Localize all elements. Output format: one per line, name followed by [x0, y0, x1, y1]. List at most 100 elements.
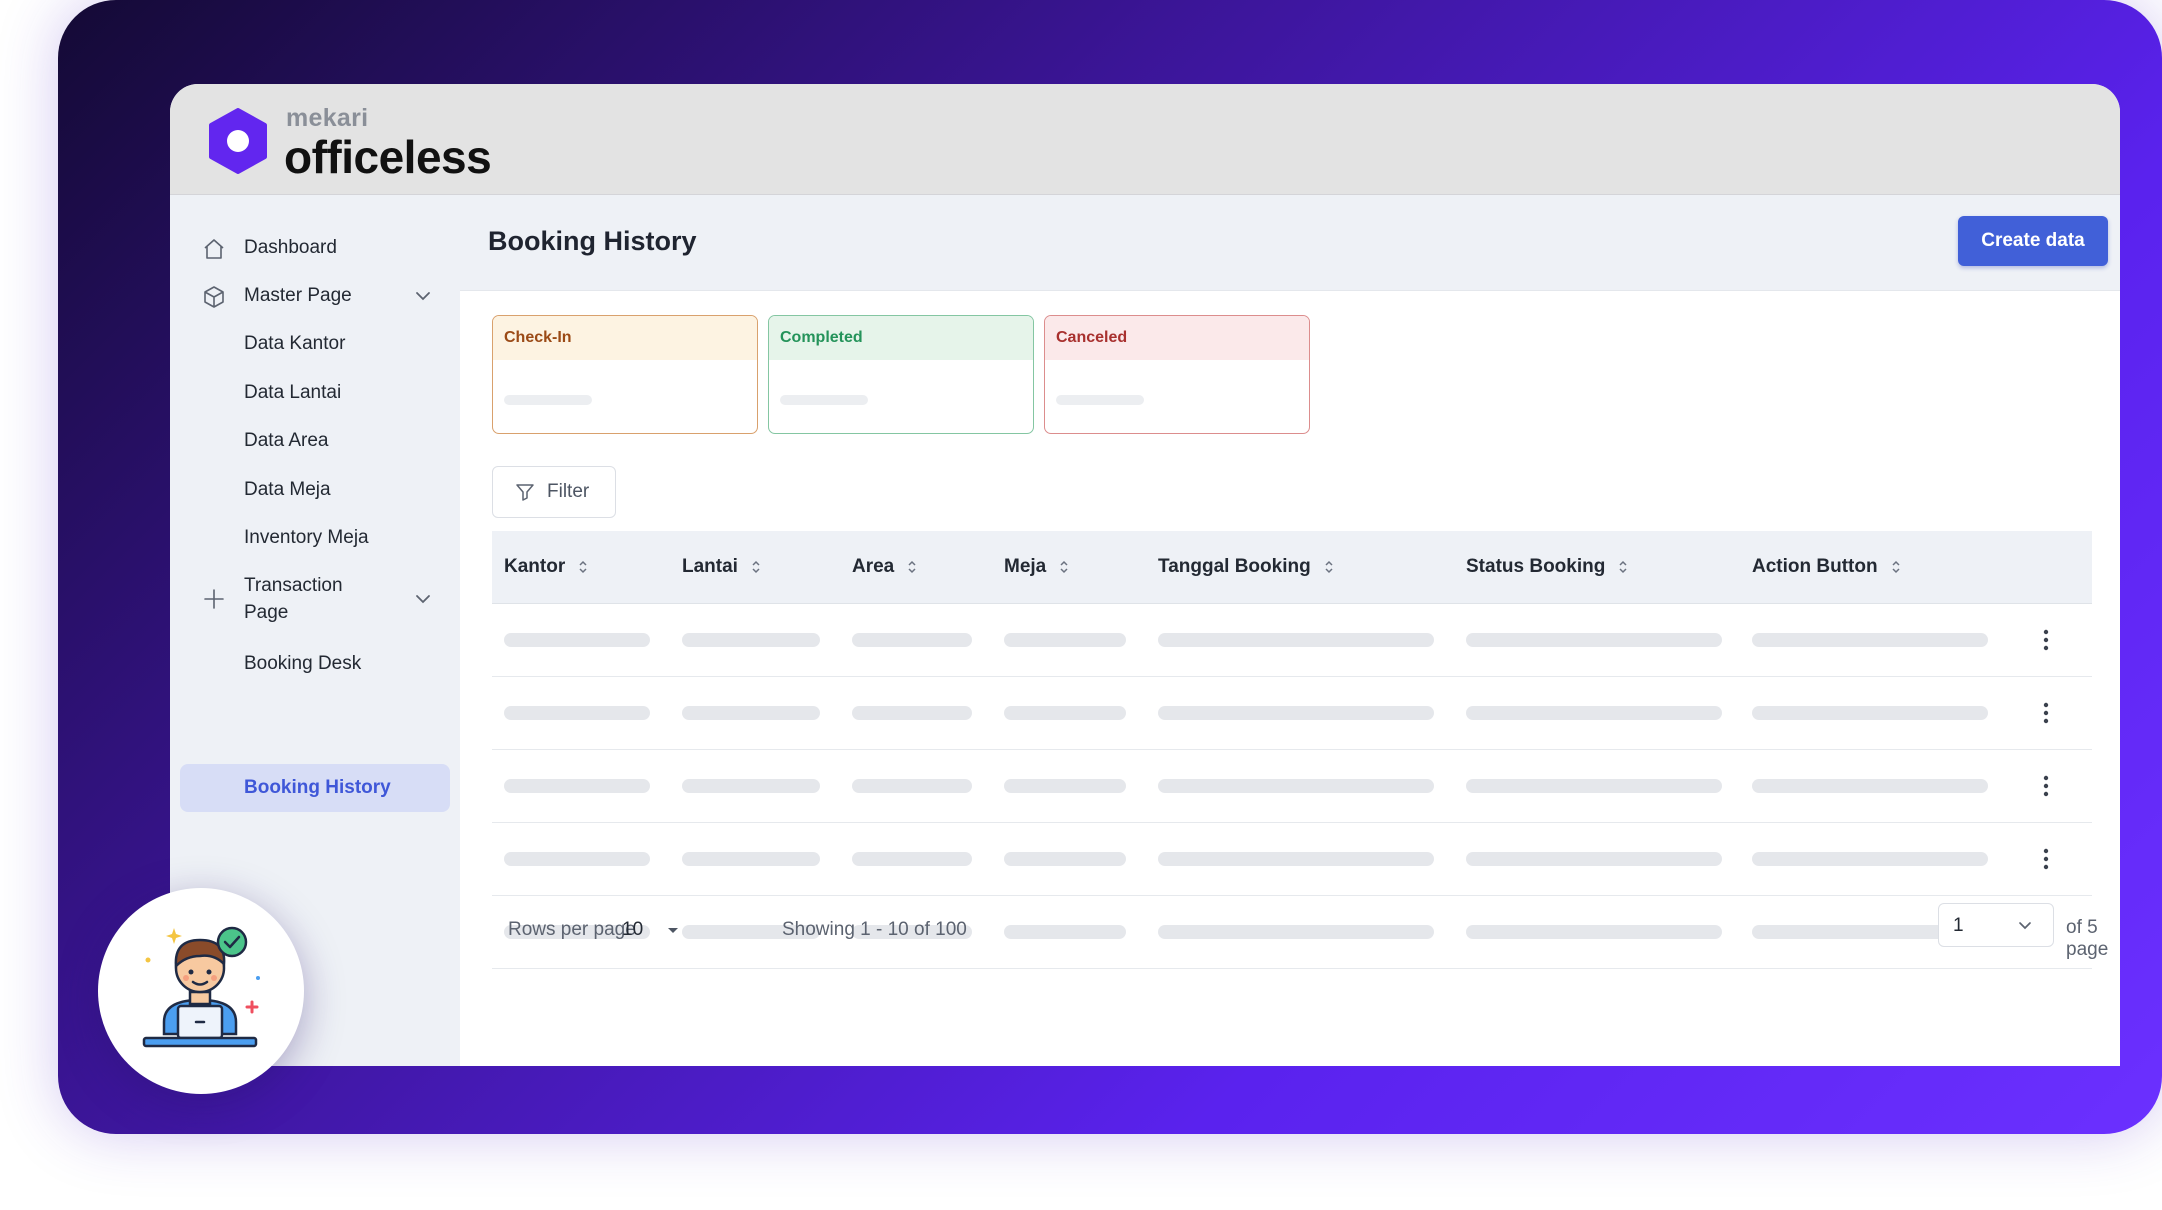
pagination-bar: Rows per page 10 Showing 1 - 10 of 100 1…: [460, 901, 2120, 961]
rows-per-page-label: Rows per page: [508, 919, 636, 940]
cube-icon: [204, 286, 224, 308]
page-select-value: 1: [1953, 915, 1964, 936]
status-card-completed[interactable]: Completed: [768, 315, 1034, 434]
sort-icon: [908, 560, 916, 574]
table-row[interactable]: [492, 823, 2092, 896]
rows-per-page-value[interactable]: 10: [622, 919, 643, 941]
loading-skeleton: [1466, 633, 1722, 647]
column-header-label: Area: [852, 556, 895, 577]
column-header-meja[interactable]: Meja: [1004, 531, 1070, 603]
sidebar-item-label: Booking History: [244, 777, 391, 798]
chevron-down-icon: [2019, 922, 2031, 930]
status-card-check-in[interactable]: Check-In: [492, 315, 758, 434]
sidebar-item-label: Inventory Meja: [244, 527, 369, 548]
status-card-canceled[interactable]: Canceled: [1044, 315, 1310, 434]
showing-range-text: Showing 1 - 10 of 100: [782, 919, 967, 940]
loading-skeleton: [1158, 633, 1434, 647]
table-header: Kantor Lantai Area Meja Tanggal Booking …: [492, 531, 2092, 604]
app-window: mekari officeless Dashboard Master Page …: [170, 84, 2120, 1066]
loading-skeleton: [1752, 852, 1988, 866]
status-card-title: Check-In: [493, 316, 757, 360]
avatar-badge: [98, 888, 304, 1094]
filter-button-label: Filter: [547, 481, 590, 502]
sidebar-item-booking-desk[interactable]: Booking Desk: [180, 640, 450, 688]
column-header-tanggal-booking[interactable]: Tanggal Booking: [1158, 531, 1335, 603]
loading-skeleton: [682, 779, 820, 793]
sidebar-item-label: Data Kantor: [244, 333, 346, 354]
officeless-logo-icon: [209, 108, 267, 174]
column-header-action-button[interactable]: Action Button: [1752, 531, 1902, 603]
status-card-title: Canceled: [1045, 316, 1309, 360]
user-at-laptop-illustration: [142, 926, 260, 1048]
sidebar-item-label: Booking Desk: [244, 653, 362, 674]
loading-skeleton: [1158, 779, 1434, 793]
loading-skeleton: [780, 395, 868, 405]
column-header-label: Tanggal Booking: [1158, 556, 1311, 577]
loading-skeleton: [504, 706, 650, 720]
sidebar-item-data-meja[interactable]: Data Meja: [180, 466, 450, 514]
create-data-button[interactable]: Create data: [1958, 216, 2108, 266]
loading-skeleton: [852, 779, 972, 793]
loading-skeleton: [1004, 633, 1126, 647]
sidebar-item-data-kantor[interactable]: Data Kantor: [180, 320, 450, 368]
loading-skeleton: [682, 706, 820, 720]
chevron-down-icon: [416, 595, 430, 604]
total-pages-text: of 5 page: [2066, 917, 2109, 960]
filter-button[interactable]: Filter: [492, 466, 616, 518]
sidebar-item-inventory-meja[interactable]: Inventory Meja: [180, 514, 450, 562]
column-header-label: Lantai: [682, 556, 738, 577]
sidebar-item-transaction-page[interactable]: Transaction Page: [180, 564, 450, 634]
sidebar-item-data-area[interactable]: Data Area: [180, 417, 450, 465]
content-panel: Check-In Completed Canceled Filter Kanto…: [460, 290, 2120, 1066]
table-row[interactable]: [492, 750, 2092, 823]
table-row[interactable]: [492, 677, 2092, 750]
column-header-status-booking[interactable]: Status Booking: [1466, 531, 1629, 603]
sidebar-item-dashboard[interactable]: Dashboard: [180, 224, 450, 272]
loading-skeleton: [504, 779, 650, 793]
sidebar-item-master-page[interactable]: Master Page: [180, 272, 450, 320]
sidebar-item-label: Data Meja: [244, 479, 331, 500]
page-title: Booking History: [488, 226, 697, 256]
column-header-lantai[interactable]: Lantai: [682, 531, 762, 603]
column-header-label: Status Booking: [1466, 556, 1606, 577]
sidebar-item-label: Data Area: [244, 430, 329, 451]
loading-skeleton: [852, 633, 972, 647]
sort-icon: [1619, 560, 1627, 574]
column-header-area[interactable]: Area: [852, 531, 918, 603]
loading-skeleton: [1004, 706, 1126, 720]
chevron-down-icon: [416, 292, 430, 301]
caret-down-icon[interactable]: [664, 921, 682, 939]
home-icon: [204, 239, 224, 259]
more-options-icon[interactable]: [2032, 772, 2060, 800]
sort-icon: [1325, 560, 1333, 574]
sort-icon: [1060, 560, 1068, 574]
sidebar-item-label: Master Page: [244, 285, 352, 306]
loading-skeleton: [504, 395, 592, 405]
column-header-label: Kantor: [504, 556, 566, 577]
column-header-label: Action Button: [1752, 556, 1878, 577]
loading-skeleton: [1752, 779, 1988, 793]
more-options-icon[interactable]: [2032, 626, 2060, 654]
sort-icon: [752, 560, 760, 574]
loading-skeleton: [682, 852, 820, 866]
status-card-title: Completed: [769, 316, 1033, 360]
sidebar-item-booking-history[interactable]: Booking History: [180, 764, 450, 812]
column-header-kantor[interactable]: Kantor: [504, 531, 589, 603]
loading-skeleton: [1752, 706, 1988, 720]
more-options-icon[interactable]: [2032, 699, 2060, 727]
loading-skeleton: [504, 852, 650, 866]
funnel-icon: [516, 484, 534, 501]
sidebar-item-data-lantai[interactable]: Data Lantai: [180, 369, 450, 417]
plus-icon: [204, 589, 224, 609]
loading-skeleton: [1056, 395, 1144, 405]
loading-skeleton: [1004, 779, 1126, 793]
loading-skeleton: [1466, 779, 1722, 793]
table-row[interactable]: [492, 604, 2092, 677]
page-select[interactable]: 1: [1938, 903, 2054, 947]
sort-icon: [1892, 560, 1900, 574]
brand-sub-label: mekari: [286, 104, 369, 132]
loading-skeleton: [852, 852, 972, 866]
more-options-icon[interactable]: [2032, 845, 2060, 873]
loading-skeleton: [852, 706, 972, 720]
app-header: mekari officeless: [170, 84, 2120, 195]
